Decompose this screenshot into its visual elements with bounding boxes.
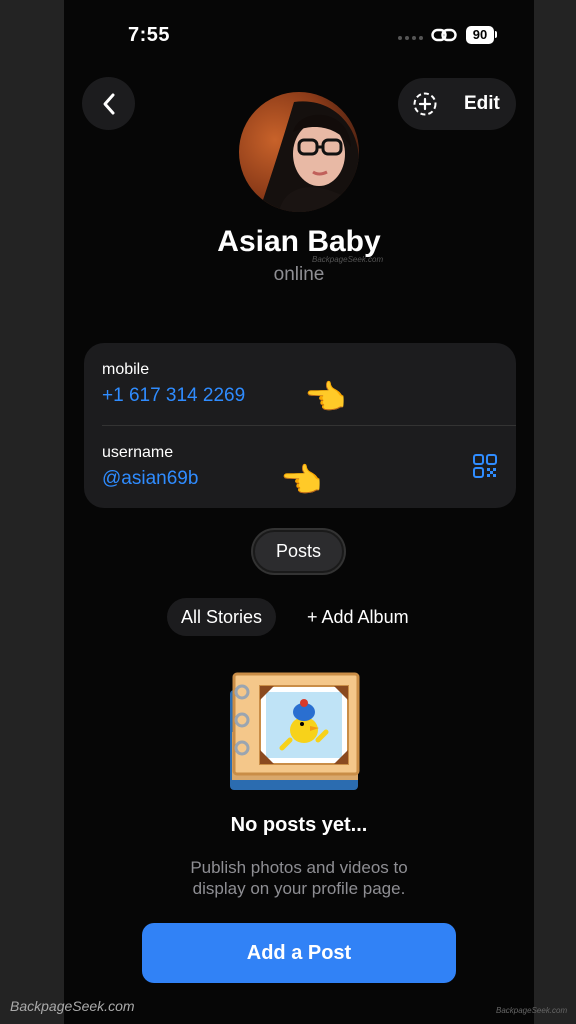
mobile-label: mobile — [102, 361, 150, 378]
profile-name: Asian Baby — [217, 225, 381, 258]
back-button[interactable] — [82, 77, 135, 130]
contact-info-card: mobile +1 617 314 2269 👈 username @asian… — [84, 343, 516, 508]
empty-state-line-1: Publish photos and videos to — [190, 858, 408, 877]
edit-label: Edit — [464, 93, 500, 114]
divider — [102, 425, 516, 426]
edit-button[interactable]: Edit — [398, 78, 516, 130]
chevron-left-icon — [103, 93, 114, 114]
mobile-value[interactable]: +1 617 314 2269 — [102, 385, 245, 407]
watermark-small: BackpageSeek.com — [312, 255, 384, 264]
status-time: 7:55 — [128, 24, 171, 46]
avatar-photo — [239, 92, 359, 212]
album-sticker-illustration — [230, 672, 360, 790]
tab-posts[interactable]: Posts — [253, 530, 344, 573]
empty-state-title: No posts yet... — [230, 814, 368, 836]
empty-state-description: Publish photos and videos to display on … — [159, 857, 439, 899]
profile-status: online — [273, 264, 325, 285]
signal-icon — [398, 36, 423, 40]
phone-screen: 7:55 90 Edit Asian Baby BackpageSeek.com… — [64, 0, 534, 1024]
chip-add-album[interactable]: + Add Album — [293, 598, 423, 636]
mobile-row[interactable]: mobile +1 617 314 2269 — [102, 361, 245, 407]
left-margin — [0, 0, 64, 1024]
add-post-button[interactable]: Add a Post — [142, 923, 456, 983]
username-row[interactable]: username @asian69b — [102, 444, 198, 490]
link-icon — [431, 28, 457, 42]
battery-tip — [495, 31, 497, 38]
username-label: username — [102, 444, 174, 461]
empty-state-line-2: display on your profile page. — [192, 879, 406, 898]
battery-level: 90 — [466, 26, 494, 44]
pointing-finger-emoji: 👈 — [280, 462, 323, 500]
right-margin — [534, 0, 576, 1024]
pointing-finger-emoji: 👈 — [304, 379, 347, 417]
chip-all-stories[interactable]: All Stories — [167, 598, 277, 636]
watermark-left: BackpageSeek.com — [10, 998, 135, 1014]
avatar[interactable] — [239, 92, 359, 212]
add-story-icon — [413, 92, 437, 116]
username-value[interactable]: @asian69b — [102, 468, 198, 490]
qr-code-icon[interactable] — [472, 453, 498, 479]
watermark-right: BackpageSeek.com — [496, 1006, 568, 1015]
